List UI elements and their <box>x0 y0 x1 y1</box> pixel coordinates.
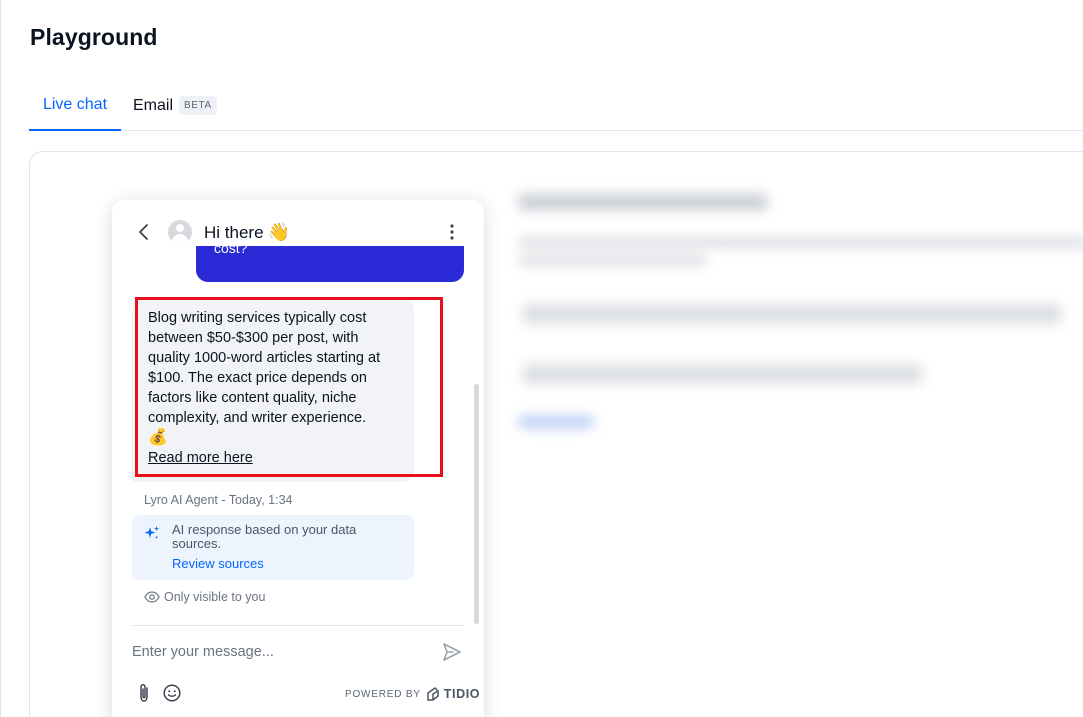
page-edge <box>0 0 1 717</box>
blurred-knowledge-panel <box>512 180 1083 450</box>
chevron-left-icon <box>139 224 148 240</box>
page-title: Playground <box>30 24 158 50</box>
sparkle-icon <box>144 526 159 539</box>
visibility-note: Only visible to you <box>144 590 265 604</box>
composer-divider <box>132 625 464 626</box>
read-more-link[interactable]: Read more here <box>148 448 400 468</box>
send-icon <box>443 643 461 661</box>
user-message-bubble: cost? <box>196 246 464 282</box>
beta-badge: BETA <box>179 96 217 115</box>
chat-scrollbar[interactable] <box>474 384 479 624</box>
bot-message-bubble: Blog writing services typically cost bet… <box>132 298 414 482</box>
powered-by-label: POWERED BY <box>345 688 421 700</box>
bot-message-text: Blog writing services typically cost bet… <box>148 310 381 426</box>
chat-title: Hi there 👋 <box>204 222 290 243</box>
tidio-brand-name: TIDIO <box>443 687 481 701</box>
paperclip-icon <box>140 684 148 702</box>
more-vertical-icon <box>450 224 454 240</box>
message-input[interactable] <box>132 638 422 666</box>
message-meta: Lyro AI Agent - Today, 1:34 <box>144 493 293 507</box>
visibility-note-text: Only visible to you <box>164 590 266 604</box>
emoji-button[interactable] <box>163 684 181 702</box>
more-options-button[interactable] <box>442 220 462 244</box>
tab-live-chat[interactable]: Live chat <box>29 80 121 131</box>
eye-icon <box>144 591 160 603</box>
emoji-icon <box>163 684 181 702</box>
tab-live-chat-label: Live chat <box>42 95 108 113</box>
ai-response-notice: AI response based on your data sources. … <box>132 515 414 580</box>
send-button[interactable] <box>442 642 462 662</box>
ai-notice-text: AI response based on your data sources. <box>172 522 357 551</box>
tab-bar: Live chat Email BETA <box>29 80 1083 131</box>
chat-title-text: Hi there <box>204 223 264 242</box>
powered-by-tidio[interactable]: POWERED BY TIDIO <box>345 686 480 702</box>
review-sources-link[interactable]: Review sources <box>172 556 264 571</box>
avatar <box>168 220 192 244</box>
user-message-text: cost? <box>214 246 248 256</box>
tidio-logo-icon <box>427 687 439 701</box>
back-button[interactable] <box>132 220 156 244</box>
tab-email-label: Email <box>133 96 174 114</box>
tab-email[interactable]: Email BETA <box>133 80 217 131</box>
attach-button[interactable] <box>136 683 152 703</box>
chat-widget: Hi there 👋 cost? Blog writing services ty… <box>112 200 484 717</box>
money-bag-emoji: 💰 <box>148 429 168 446</box>
waving-hand-emoji: 👋 <box>267 222 290 242</box>
